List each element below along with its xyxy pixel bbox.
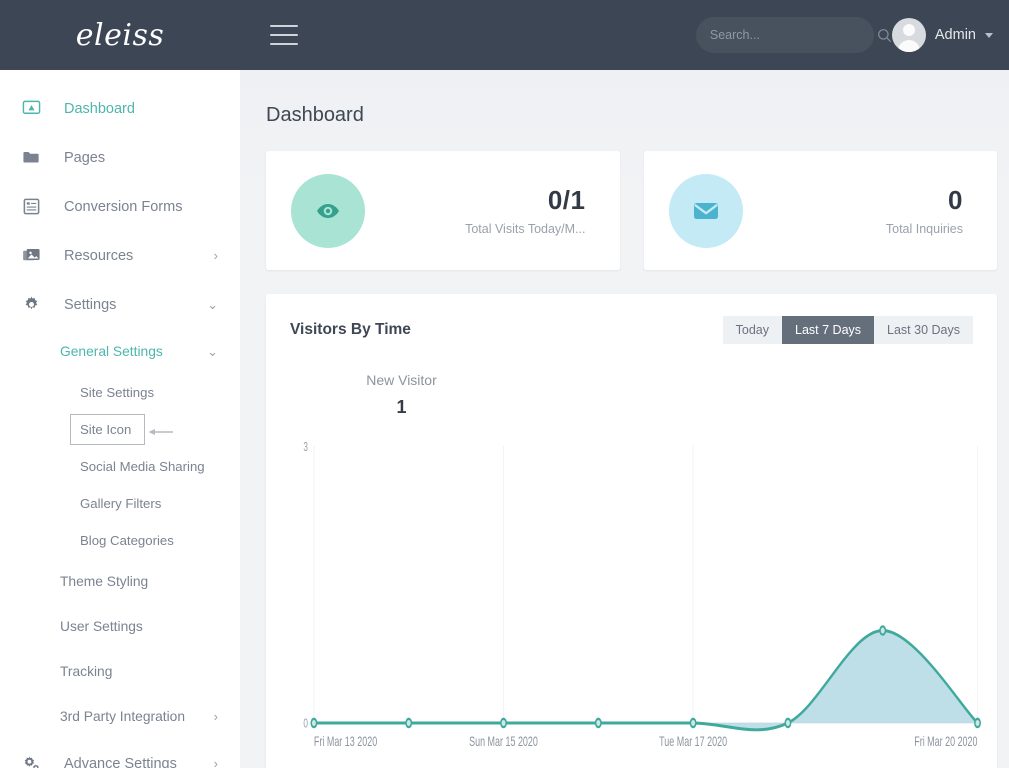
svg-text:Sun Mar 15 2020: Sun Mar 15 2020: [469, 734, 538, 749]
sidebar-item-gallery-filters[interactable]: Gallery Filters: [0, 485, 240, 522]
sidebar-item-3rd-party-integration[interactable]: 3rd Party Integration ›: [0, 694, 240, 739]
sidebar-item-label: Pages: [64, 149, 106, 166]
monitor-icon: [22, 99, 44, 118]
sidebar-item-dashboard[interactable]: Dashboard: [0, 84, 240, 133]
chevron-right-icon[interactable]: ›: [214, 710, 218, 723]
visitors-chart-panel: Visitors By Time Today Last 7 Days Last …: [266, 294, 997, 768]
user-name: Admin: [934, 27, 976, 43]
sidebar-item-blog-categories[interactable]: Blog Categories: [0, 522, 240, 559]
chevron-down-icon[interactable]: ⌄: [207, 298, 218, 311]
svg-text:Tue Mar 17 2020: Tue Mar 17 2020: [659, 734, 727, 749]
top-bar: eleiss Admin: [0, 0, 1009, 70]
eye-icon: [317, 203, 339, 218]
sidebar-item-label: Advance Settings: [64, 755, 177, 768]
search-box[interactable]: [695, 17, 892, 53]
stat-text: 0 Total Inquiries: [886, 185, 963, 236]
sidebar-item-label: User Settings: [60, 619, 143, 634]
sidebar-item-label: Conversion Forms: [64, 198, 183, 215]
sidebar-item-label: Gallery Filters: [80, 496, 162, 511]
series-summary: New Visitor 1: [290, 372, 973, 418]
sidebar: Dashboard Pages Conversion Forms Resourc…: [0, 70, 240, 768]
top-bar-right: Admin: [695, 17, 1009, 53]
sidebar-item-label: Theme Styling: [60, 574, 149, 589]
clipboard-icon: [22, 197, 44, 216]
tab-today[interactable]: Today: [722, 316, 783, 344]
sidebar-item-label: Settings: [64, 296, 117, 313]
chevron-down-icon[interactable]: [985, 32, 993, 38]
stat-value: 0: [948, 185, 963, 215]
range-tabs: Today Last 7 Days Last 30 Days: [722, 316, 973, 344]
sidebar-item-settings[interactable]: Settings ⌄: [0, 280, 240, 329]
svg-text:3: 3: [303, 441, 308, 455]
chevron-down-icon[interactable]: ⌄: [207, 345, 218, 358]
stat-card-total-visits[interactable]: 0/1 Total Visits Today/M...: [266, 151, 620, 270]
sidebar-item-label: Dashboard: [64, 100, 135, 117]
sidebar-item-label: Resources: [64, 247, 134, 264]
sidebar-item-label: Blog Categories: [80, 533, 174, 548]
gears-icon: [22, 754, 44, 768]
sidebar-item-label: Site Icon: [80, 422, 132, 437]
left-arrow-annotation: [148, 429, 173, 435]
svg-text:0: 0: [303, 717, 308, 731]
chevron-right-icon[interactable]: ›: [214, 249, 218, 262]
sidebar-item-tracking[interactable]: Tracking: [0, 649, 240, 694]
svg-text:Fri Mar 13 2020: Fri Mar 13 2020: [314, 734, 377, 749]
stat-card-total-inquiries[interactable]: 0 Total Inquiries: [643, 151, 997, 270]
sidebar-item-conversion-forms[interactable]: Conversion Forms: [0, 182, 240, 231]
app-shell: Dashboard Pages Conversion Forms Resourc…: [0, 70, 1009, 768]
sidebar-item-label: Site Settings: [80, 385, 155, 400]
chevron-right-icon[interactable]: ›: [214, 757, 218, 768]
sidebar-item-advance-settings[interactable]: Advance Settings ›: [0, 739, 240, 768]
sidebar-item-social-media-sharing[interactable]: Social Media Sharing: [0, 448, 240, 485]
tab-last-30-days[interactable]: Last 30 Days: [874, 316, 973, 344]
envelope-icon: [693, 202, 718, 219]
chart-header: Visitors By Time Today Last 7 Days Last …: [290, 316, 973, 344]
page-title: Dashboard: [266, 104, 364, 126]
sidebar-item-site-settings[interactable]: Site Settings: [0, 374, 240, 411]
chart-svg: 0 3 Fri Mar 13 2020 Sun Mar 15 2020 Tue Mar …: [303, 441, 981, 749]
sidebar-item-label: Social Media Sharing: [80, 459, 205, 474]
images-icon: [22, 246, 44, 265]
brand-logo[interactable]: eleiss: [0, 0, 240, 70]
brand-text: eleiss: [75, 17, 165, 53]
sidebar-item-label: General Settings: [60, 344, 163, 359]
user-menu[interactable]: Admin: [891, 18, 993, 52]
sidebar-item-theme-styling[interactable]: Theme Styling: [0, 559, 240, 604]
envelope-icon-circle: [668, 173, 743, 248]
folder-icon: [22, 148, 44, 167]
sidebar-item-general-settings[interactable]: General Settings ⌄: [0, 329, 240, 374]
series-name: New Visitor: [366, 372, 437, 388]
search-input[interactable]: [709, 28, 871, 42]
sidebar-item-user-settings[interactable]: User Settings: [0, 604, 240, 649]
stat-label: Total Visits Today/M...: [465, 222, 586, 236]
stat-label: Total Inquiries: [885, 222, 963, 236]
visitors-area-chart: 0 3 Fri Mar 13 2020 Sun Mar 15 2020 Tue Mar …: [290, 434, 985, 768]
hamburger-icon[interactable]: [270, 25, 298, 45]
sidebar-item-label: Tracking: [60, 664, 113, 679]
stat-text: 0/1 Total Visits Today/M...: [465, 185, 585, 236]
sidebar-item-site-icon[interactable]: Site Icon: [0, 411, 240, 448]
stat-value: 0/1: [547, 185, 586, 215]
sidebar-item-pages[interactable]: Pages: [0, 133, 240, 182]
sidebar-item-label: 3rd Party Integration: [60, 709, 186, 724]
stat-cards-row: 0/1 Total Visits Today/M... 0 Total Inqu…: [266, 151, 997, 270]
search-icon[interactable]: [877, 28, 892, 43]
sidebar-item-resources[interactable]: Resources ›: [0, 231, 240, 280]
svg-text:Fri Mar 20 2020: Fri Mar 20 2020: [914, 734, 977, 749]
gear-icon: [22, 295, 44, 314]
eye-icon-circle: [291, 173, 365, 248]
tab-last-7-days[interactable]: Last 7 Days: [782, 316, 875, 344]
avatar: [891, 18, 926, 52]
series-value: 1: [396, 397, 407, 417]
chart-title: Visitors By Time: [290, 321, 411, 338]
main-content: Dashboard 0/1 Total Visits Today/M... 0 …: [240, 70, 1009, 768]
